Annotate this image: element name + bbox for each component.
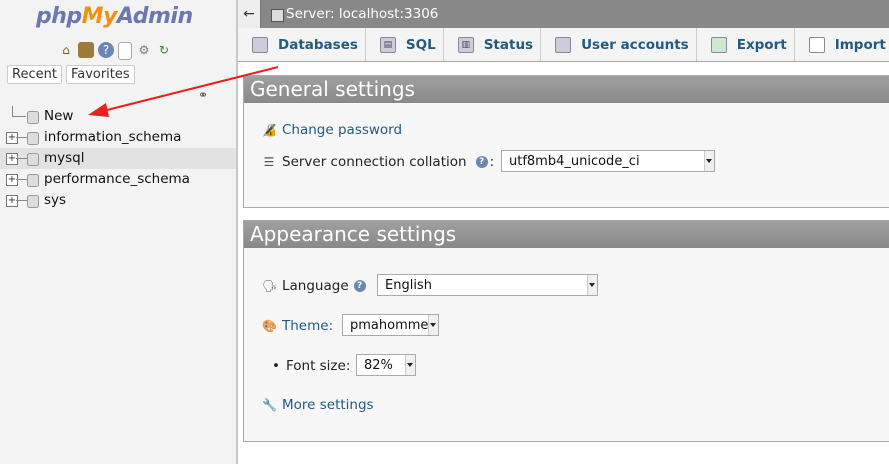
server-title[interactable]: Server: localhost:3306 [286, 0, 438, 28]
home-icon[interactable]: ⌂ [58, 42, 74, 58]
expand-icon[interactable]: + [6, 132, 18, 144]
logout-icon[interactable] [78, 42, 94, 58]
theme-select[interactable]: pmahomme [342, 314, 439, 336]
recent-favorites-tabs: Recent Favorites [7, 65, 135, 84]
tab-export[interactable]: Export [697, 28, 795, 61]
export-icon [710, 36, 727, 53]
new-database-icon [27, 111, 39, 124]
database-icon [27, 174, 39, 187]
help-icon[interactable]: ? [353, 280, 366, 292]
tree-item-information-schema[interactable]: + information_schema [0, 127, 236, 148]
language-row: 🗣 Language ? [262, 278, 366, 294]
nav-icon-bar: ⌂ ? ⚙ ↻ [58, 42, 172, 60]
settings-gear-icon[interactable]: ⚙ [136, 42, 152, 58]
database-icon [27, 153, 39, 166]
font-size-select[interactable]: 82% [356, 354, 416, 376]
tree-item-label: performance_schema [44, 171, 190, 187]
sql-icon: ▤ [379, 36, 396, 53]
server-icon [271, 9, 284, 22]
change-password-row: 🔏 Change password [262, 122, 402, 138]
expand-icon[interactable]: + [6, 153, 18, 165]
phpmyadmin-logo[interactable]: phpMyAdmin [36, 4, 193, 29]
tree-item-mysql[interactable]: + mysql [0, 148, 236, 169]
navigation-panel: phpMyAdmin ⌂ ? ⚙ ↻ Recent Favorites ⚭ Ne… [0, 0, 238, 464]
database-icon [27, 132, 39, 145]
tree-item-performance-schema[interactable]: + performance_schema [0, 169, 236, 190]
expand-icon[interactable]: + [6, 195, 18, 207]
collation-row: ☰ Server connection collation ? : [262, 154, 495, 170]
collation-select[interactable]: utf8mb4_unicode_ci [501, 150, 715, 172]
help-icon[interactable]: ? [98, 42, 114, 58]
language-select[interactable]: English [377, 274, 598, 296]
general-settings-title: General settings [244, 76, 889, 103]
reload-icon[interactable]: ↻ [156, 42, 172, 58]
link-with-main-panel-icon[interactable]: ⚭ [198, 88, 208, 102]
users-icon [555, 36, 572, 53]
collation-label: Server connection collation [282, 154, 467, 170]
database-icon [252, 36, 268, 53]
general-settings-panel: General settings 🔏 Change password ☰ Ser… [243, 75, 889, 208]
palette-icon: 🎨 [262, 319, 277, 333]
chevron-down-icon [704, 151, 714, 171]
tab-import[interactable]: Import [795, 28, 889, 61]
tree-item-sys[interactable]: + sys [0, 190, 236, 211]
help-icon[interactable]: ? [475, 156, 488, 168]
tree-item-label: mysql [44, 150, 85, 166]
expand-icon[interactable]: + [6, 174, 18, 186]
top-menu-tabs: Databases ▤ SQL ▥ Status User accounts Exp… [238, 28, 889, 62]
server-breadcrumb-bar: ← Server: localhost:3306 [238, 0, 889, 29]
import-icon [808, 36, 825, 53]
favorites-tab[interactable]: Favorites [65, 65, 135, 84]
theme-link[interactable]: Theme: [282, 318, 333, 334]
change-password-link[interactable]: Change password [282, 122, 402, 138]
recent-tab[interactable]: Recent [7, 65, 62, 84]
more-settings-row: 🔧 More settings [262, 397, 374, 413]
tab-sql[interactable]: ▤ SQL [366, 28, 444, 61]
collation-list-icon: ☰ [263, 155, 275, 169]
tab-user-accounts[interactable]: User accounts [541, 28, 697, 61]
appearance-settings-panel: Appearance settings 🗣 Language ? English… [243, 220, 889, 442]
password-icon: 🔏 [262, 123, 277, 137]
chevron-down-icon [587, 275, 597, 295]
theme-row: 🎨 Theme: [262, 318, 333, 334]
collation-colon: : [489, 154, 495, 170]
docs-icon[interactable] [118, 42, 132, 60]
tree-item-label: sys [44, 192, 67, 208]
database-tree: New + information_schema + mysql + perfo… [0, 106, 236, 211]
appearance-settings-title: Appearance settings [244, 221, 889, 248]
font-size-label: Font size: [285, 358, 351, 374]
collapse-nav-button[interactable]: ← [238, 0, 261, 28]
tab-databases[interactable]: Databases [238, 28, 366, 61]
wrench-icon: 🔧 [262, 398, 277, 412]
database-icon [27, 195, 39, 208]
chevron-down-icon [428, 315, 438, 335]
tree-item-new[interactable]: New [0, 106, 236, 127]
language-icon: 🗣 [262, 279, 278, 293]
more-settings-link[interactable]: More settings [282, 397, 374, 413]
language-label: Language [282, 278, 349, 294]
tab-status[interactable]: ▥ Status [444, 28, 542, 61]
chevron-down-icon [405, 355, 415, 375]
bullet-icon: • [272, 358, 280, 374]
font-size-row: • Font size: [272, 358, 350, 374]
tree-item-label: New [44, 108, 74, 124]
tree-item-label: information_schema [44, 129, 182, 145]
status-icon: ▥ [457, 36, 474, 53]
